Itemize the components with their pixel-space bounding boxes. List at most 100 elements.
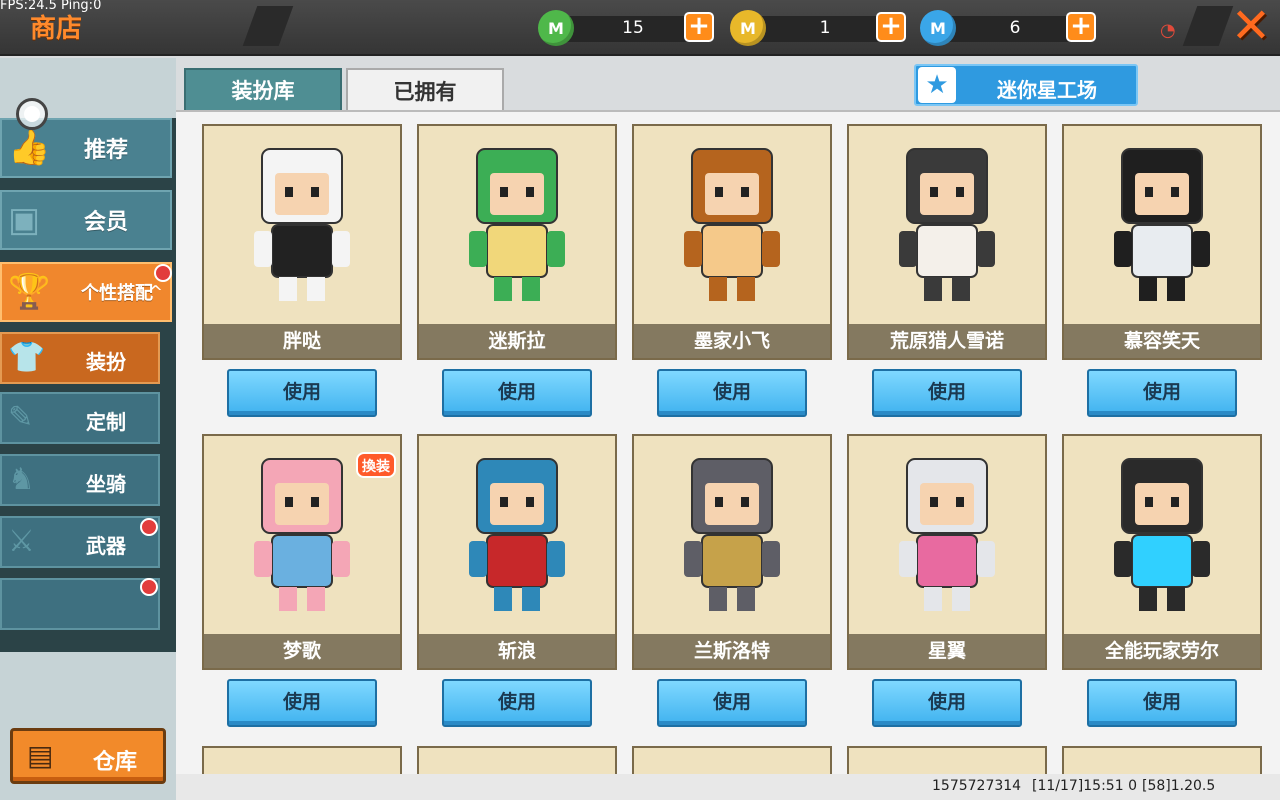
use-button[interactable]: 使用 <box>872 679 1022 727</box>
currency-green-gem: M 15 + <box>538 10 718 46</box>
sidebar-subitem-label: 定制 <box>86 410 126 434</box>
skin-avatar <box>204 126 400 322</box>
skin-avatar <box>419 126 615 322</box>
notification-dot <box>154 264 172 282</box>
floating-assist-button[interactable] <box>16 98 48 130</box>
skin-card[interactable]: 迷斯拉 <box>417 124 617 360</box>
skin-card-partial[interactable] <box>202 746 402 774</box>
skin-avatar <box>849 126 1045 322</box>
sidebar-subitem-weapon[interactable]: ⚔ 武器 <box>0 516 160 568</box>
use-button[interactable]: 使用 <box>1087 679 1237 727</box>
mount-icon: ♞ <box>8 462 35 497</box>
sidebar-subitem-label: 坐骑 <box>86 472 126 496</box>
notification-dot <box>140 518 158 536</box>
add-green-gem-button[interactable]: + <box>684 12 714 42</box>
workshop-label: 迷你星工场 <box>997 78 1097 102</box>
tab-outfit-library[interactable]: 装扮库 <box>184 68 342 112</box>
version-label: [58]1.20.5 <box>1142 778 1216 794</box>
mini-coin-icon: M <box>920 10 956 46</box>
player-id: 1575727314 <box>932 778 1022 794</box>
sidebar-subitem-custom[interactable]: ✎ 定制 <box>0 392 160 444</box>
skin-card[interactable]: 全能玩家劳尔 <box>1062 434 1262 670</box>
green-gem-icon: M <box>538 10 574 46</box>
warehouse-label: 仓库 <box>92 750 137 775</box>
skin-name: 迷斯拉 <box>419 324 615 358</box>
skin-name: 墨家小飞 <box>634 324 830 358</box>
skin-card[interactable]: 慕容笑天 <box>1062 124 1262 360</box>
skin-card[interactable]: 梦歌 換装 <box>202 434 402 670</box>
currency-gold-coin: M 1 + <box>730 10 910 46</box>
server-time: [11/17]15:51 0 <box>1032 778 1137 794</box>
skin-name: 慕容笑天 <box>1064 324 1260 358</box>
trophy-icon: 🏆 <box>8 272 51 312</box>
top-bar: FPS:24.5 Ping:0 商店 M 15 + M 1 + M 6 + ◔ … <box>0 0 1280 56</box>
use-button[interactable]: 使用 <box>657 369 807 417</box>
use-button[interactable]: 使用 <box>872 369 1022 417</box>
swap-badge: 換装 <box>356 452 396 478</box>
skin-card-partial[interactable] <box>632 746 832 774</box>
skin-avatar <box>634 436 830 632</box>
notification-dot <box>140 578 158 596</box>
sidebar-item-label: 会员 <box>83 210 128 235</box>
close-button[interactable]: ✕ <box>1222 0 1280 54</box>
sidebar-menu[interactable]: 👍 推荐 ▣ 会员 🏆 个性搭配 ^ 👕 装扮 ✎ 定制 ♞ 坐骑 ⚔ 武器 <box>0 118 176 652</box>
thumbs-up-icon: 👍 <box>8 128 51 168</box>
skin-name: 星翼 <box>849 634 1045 668</box>
skin-avatar <box>849 436 1045 632</box>
brush-icon: ✎ <box>8 400 34 435</box>
sidebar-subitem-mount[interactable]: ♞ 坐骑 <box>0 454 160 506</box>
use-button[interactable]: 使用 <box>442 369 592 417</box>
skin-card[interactable]: 墨家小飞 <box>632 124 832 360</box>
skin-card[interactable]: 胖哒 <box>202 124 402 360</box>
chest-icon: ▤ <box>27 739 54 772</box>
signal-icon: ◔ <box>1160 20 1176 41</box>
sidebar-subitem-more[interactable] <box>0 578 160 630</box>
skin-name: 全能玩家劳尔 <box>1064 634 1260 668</box>
add-mini-coin-button[interactable]: + <box>1066 12 1096 42</box>
sidebar: 👍 推荐 ▣ 会员 🏆 个性搭配 ^ 👕 装扮 ✎ 定制 ♞ 坐骑 ⚔ 武器 ▤… <box>0 58 176 800</box>
sidebar-subitem-label: 装扮 <box>86 350 126 374</box>
vip-icon: ▣ <box>8 200 41 240</box>
skin-avatar <box>634 126 830 322</box>
warehouse-button[interactable]: ▤ 仓库 <box>10 728 166 784</box>
skin-card[interactable]: 星翼 <box>847 434 1047 670</box>
chevron-up-icon: ^ <box>148 282 164 303</box>
use-button[interactable]: 使用 <box>1087 369 1237 417</box>
currency-mini-coin: M 6 + <box>920 10 1100 46</box>
sidebar-item-style[interactable]: 🏆 个性搭配 ^ <box>0 262 172 322</box>
star-icon: ★ <box>918 67 956 103</box>
skin-avatar <box>1064 126 1260 322</box>
sidebar-item-label: 推荐 <box>83 138 128 163</box>
skin-card-partial[interactable] <box>1062 746 1262 774</box>
skin-avatar <box>1064 436 1260 632</box>
shirt-icon: 👕 <box>8 340 46 375</box>
page-title: 商店 <box>30 14 83 44</box>
currency-value: 1 <box>819 18 831 38</box>
decor-stripe <box>242 6 294 46</box>
skin-name: 梦歌 <box>204 634 400 668</box>
skin-card[interactable]: 斩浪 <box>417 434 617 670</box>
skin-name: 斩浪 <box>419 634 615 668</box>
skin-card-partial[interactable] <box>417 746 617 774</box>
use-button[interactable]: 使用 <box>227 679 377 727</box>
use-button[interactable]: 使用 <box>227 369 377 417</box>
use-button[interactable]: 使用 <box>442 679 592 727</box>
skin-name: 兰斯洛特 <box>634 634 830 668</box>
currency-value: 15 <box>622 18 644 38</box>
gold-coin-icon: M <box>730 10 766 46</box>
skin-card[interactable]: 荒原猎人雪诺 <box>847 124 1047 360</box>
skin-card[interactable]: 兰斯洛特 <box>632 434 832 670</box>
sidebar-subitem-outfit[interactable]: 👕 装扮 <box>0 332 160 384</box>
skin-name: 胖哒 <box>204 324 400 358</box>
use-button[interactable]: 使用 <box>657 679 807 727</box>
sidebar-subitem-label: 武器 <box>86 534 126 558</box>
sidebar-item-vip[interactable]: ▣ 会员 <box>0 190 172 250</box>
footer: 1575727314 [11/17]15:51 0 [58]1.20.5 <box>176 774 1280 800</box>
skin-card-partial[interactable] <box>847 746 1047 774</box>
gun-icon: ⚔ <box>8 524 35 559</box>
mini-star-workshop-button[interactable]: ★ 迷你星工场 <box>914 64 1138 106</box>
add-gold-coin-button[interactable]: + <box>876 12 906 42</box>
skin-grid[interactable]: 胖哒 使用 迷斯拉 使用 墨家小飞 使用 荒原猎人雪诺 使用 慕容笑天 使用 梦歌 換装 使用 斩浪 使用兰… <box>176 110 1280 774</box>
skin-avatar <box>419 436 615 632</box>
tab-owned[interactable]: 已拥有 <box>346 68 504 112</box>
